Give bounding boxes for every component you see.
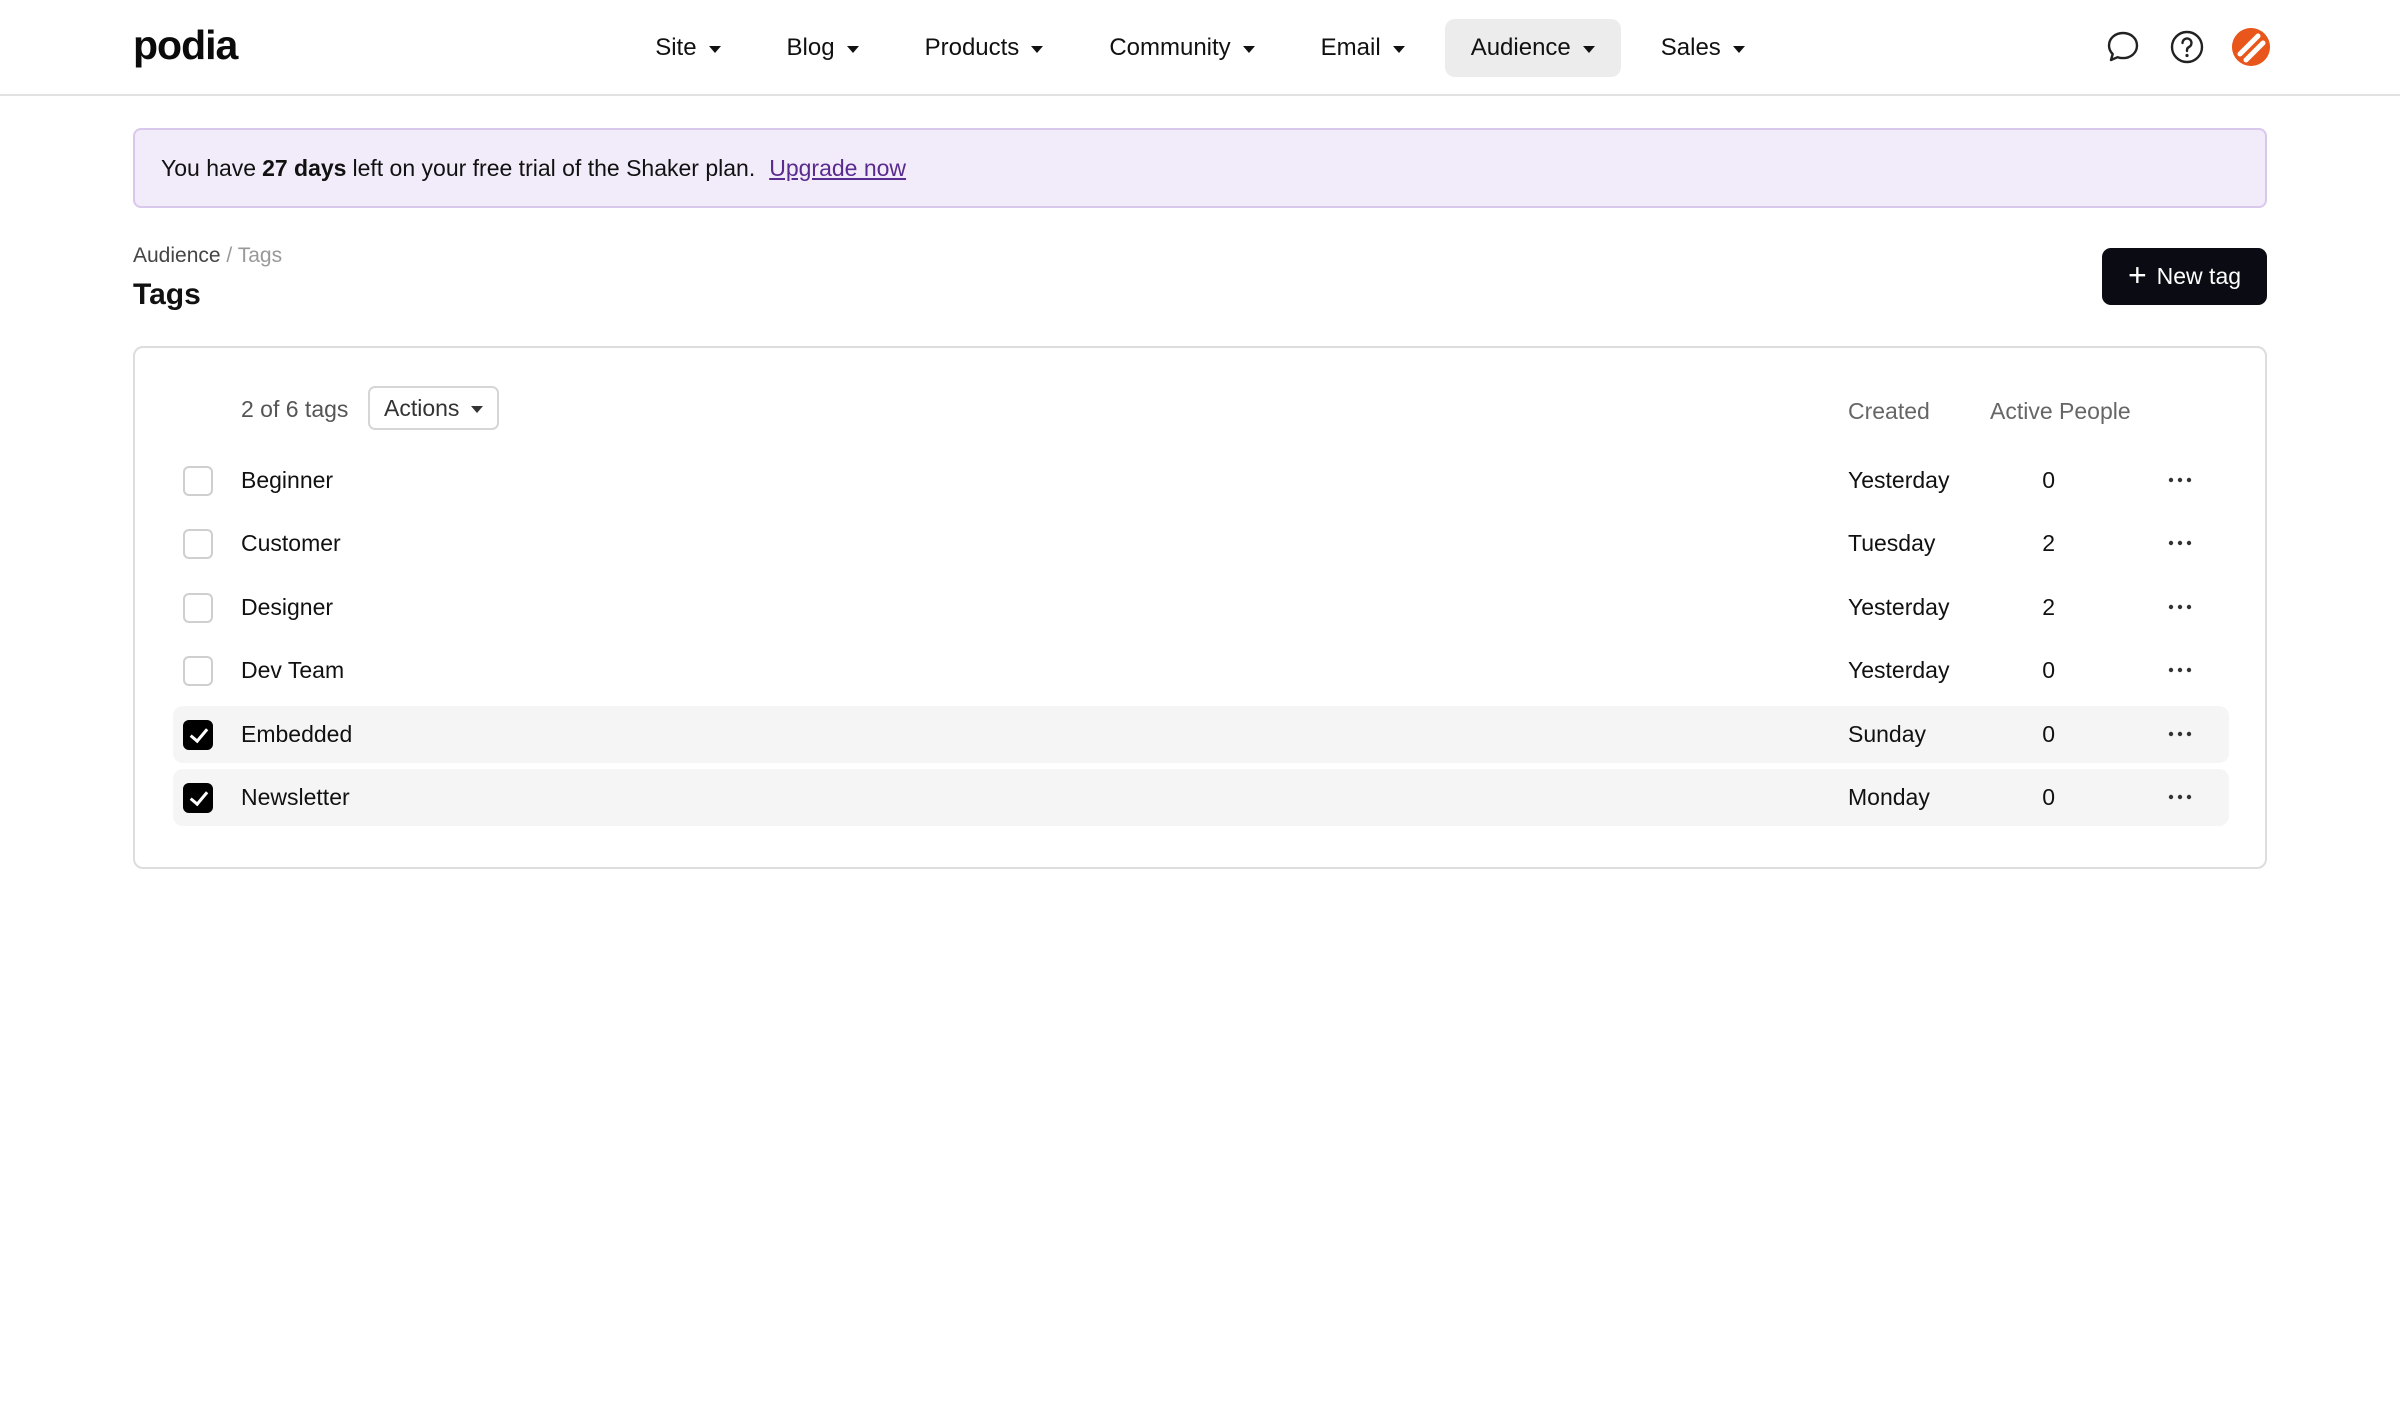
row-checkbox[interactable] <box>183 593 213 623</box>
more-options-icon[interactable] <box>2158 712 2202 756</box>
nav-label: Email <box>1320 34 1381 61</box>
tag-name[interactable]: Beginner <box>241 467 333 494</box>
breadcrumb-separator: / <box>226 244 233 267</box>
nav-label: Community <box>1109 34 1231 61</box>
caret-down-icon <box>1582 45 1595 53</box>
breadcrumb: Audience / Tags <box>133 244 282 268</box>
caret-down-icon <box>1392 45 1405 53</box>
help-icon[interactable] <box>2168 28 2206 66</box>
tag-active-people: 2 <box>2042 530 2055 556</box>
more-options-icon[interactable] <box>2158 775 2202 819</box>
nav-label: Audience <box>1470 34 1571 61</box>
row-checkbox[interactable] <box>183 466 213 496</box>
upgrade-now-link[interactable]: Upgrade now <box>769 155 906 182</box>
main-nav: Site Blog Products Community Email Audie… <box>0 19 2400 77</box>
avatar[interactable] <box>2232 28 2270 66</box>
table-row[interactable]: Customer Tuesday 2 <box>173 515 2229 572</box>
page-title: Tags <box>133 278 201 311</box>
row-checkbox[interactable] <box>183 656 213 686</box>
actions-label: Actions <box>384 394 460 421</box>
nav-label: Blog <box>786 34 835 61</box>
nav-audience[interactable]: Audience <box>1444 19 1621 77</box>
table-row-selected[interactable]: Embedded Sunday 0 <box>173 706 2229 763</box>
nav-community[interactable]: Community <box>1083 19 1280 77</box>
tag-name[interactable]: Embedded <box>241 721 352 748</box>
caret-down-icon <box>1031 45 1044 53</box>
banner-text-suffix: left on your free trial of the Shaker pl… <box>352 154 756 181</box>
more-options-icon[interactable] <box>2158 648 2202 692</box>
nav-blog[interactable]: Blog <box>761 19 885 77</box>
tag-created: Tuesday <box>1848 530 1936 556</box>
tag-active-people: 0 <box>2042 467 2055 493</box>
row-checkbox-checked[interactable] <box>183 783 213 813</box>
tag-created: Sunday <box>1848 721 1927 747</box>
table-row[interactable]: Dev Team Yesterday 0 <box>173 642 2229 699</box>
nav-label: Products <box>924 34 1020 61</box>
tag-active-people: 0 <box>2042 657 2055 683</box>
trial-banner: You have 27 days left on your free trial… <box>133 128 2267 208</box>
tag-active-people: 2 <box>2042 594 2055 620</box>
caret-down-icon <box>1242 45 1255 53</box>
more-options-icon[interactable] <box>2158 458 2202 502</box>
tag-created: Monday <box>1848 784 1930 810</box>
new-tag-label: New tag <box>2156 263 2242 289</box>
tag-name[interactable]: Newsletter <box>241 784 350 811</box>
nav-email[interactable]: Email <box>1295 19 1431 77</box>
tag-active-people: 0 <box>2042 784 2055 810</box>
caret-down-icon <box>846 45 859 53</box>
column-header-active-people[interactable]: Active People <box>1990 398 2131 425</box>
banner-text-prefix: You have <box>161 154 257 181</box>
table-row[interactable]: Beginner Yesterday 0 <box>173 452 2229 509</box>
tag-name[interactable]: Dev Team <box>241 657 344 684</box>
tag-active-people: 0 <box>2042 721 2055 747</box>
chat-icon[interactable] <box>2104 28 2142 66</box>
more-options-icon[interactable] <box>2158 585 2202 629</box>
banner-days-remaining: 27 days <box>262 154 347 181</box>
nav-products[interactable]: Products <box>899 19 1070 77</box>
nav-sales[interactable]: Sales <box>1635 19 1771 77</box>
new-tag-button[interactable]: + New tag <box>2102 248 2267 305</box>
actions-dropdown[interactable]: Actions <box>368 386 500 430</box>
tag-name[interactable]: Customer <box>241 530 341 557</box>
selection-count: 2 of 6 tags <box>241 396 349 422</box>
breadcrumb-audience-link[interactable]: Audience <box>133 244 221 267</box>
table-row[interactable]: Designer Yesterday 2 <box>173 579 2229 636</box>
top-icons <box>2104 28 2270 66</box>
tag-name[interactable]: Designer <box>241 594 333 621</box>
row-checkbox-checked[interactable] <box>183 720 213 750</box>
plus-icon: + <box>2127 257 2147 293</box>
caret-down-icon <box>1732 45 1745 53</box>
nav-label: Sales <box>1660 34 1721 61</box>
nav-site[interactable]: Site <box>629 19 746 77</box>
caret-down-icon <box>471 405 484 413</box>
column-header-created[interactable]: Created <box>1848 398 1930 425</box>
table-row-selected[interactable]: Newsletter Monday 0 <box>173 769 2229 826</box>
caret-down-icon <box>708 45 721 53</box>
breadcrumb-current: Tags <box>237 244 283 267</box>
more-options-icon[interactable] <box>2158 521 2202 565</box>
top-navigation-bar: podia Site Blog Products Community Email… <box>0 0 2400 96</box>
row-checkbox[interactable] <box>183 529 213 559</box>
tags-table-card: 2 of 6 tags Actions Created Active Peopl… <box>133 346 2267 869</box>
nav-label: Site <box>655 34 697 61</box>
